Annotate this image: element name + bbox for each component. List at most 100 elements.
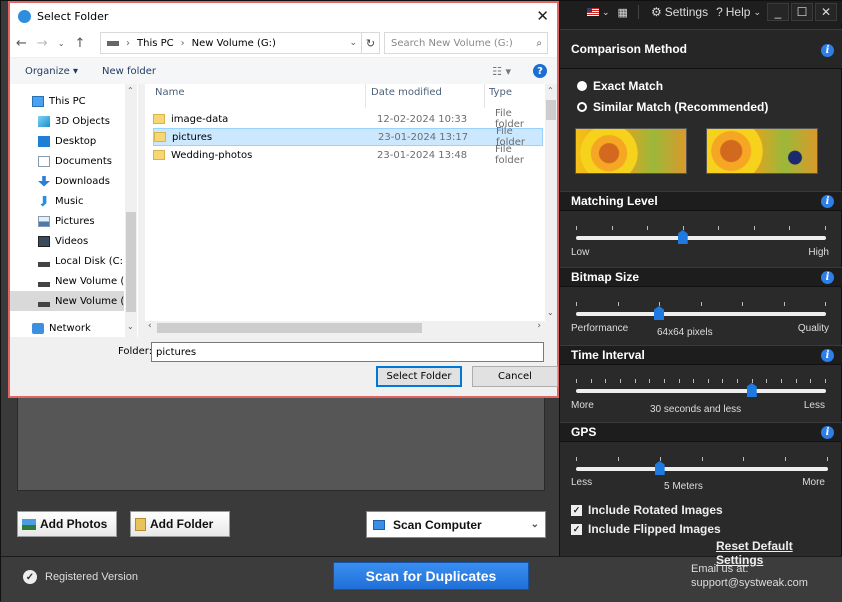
- file-name: pictures: [172, 131, 213, 143]
- info-icon[interactable]: i: [821, 44, 834, 57]
- slider-tick: [789, 226, 791, 230]
- file-row[interactable]: Wedding-photos 23-01-2024 13:48 File folde…: [153, 144, 543, 166]
- bitmap-size-slider[interactable]: [576, 306, 826, 320]
- file-date: 23-01-2024 13:17: [378, 131, 469, 143]
- reset-default-settings-link[interactable]: Reset Default Settings: [716, 539, 841, 567]
- documents-icon: [38, 155, 50, 167]
- slider-tick: [783, 302, 785, 306]
- add-photos-button[interactable]: Add Photos: [17, 511, 117, 537]
- slider-handle[interactable]: [677, 230, 688, 244]
- horizontal-scrollbar[interactable]: ‹ ›: [145, 321, 545, 335]
- file-row[interactable]: image-data 12-02-2024 10:33 File folder: [153, 108, 543, 130]
- scan-mode-select[interactable]: Scan Computer ⌄: [366, 511, 546, 538]
- time-interval-slider[interactable]: [576, 383, 826, 397]
- search-icon: ⌕: [536, 37, 542, 49]
- nav-item[interactable]: New Volume (G:): [10, 291, 124, 311]
- slider-tick: [810, 379, 812, 383]
- column-header-type[interactable]: Type: [489, 87, 512, 98]
- nav-item[interactable]: Local Disk (C:): [10, 251, 124, 271]
- slider-handle[interactable]: [654, 306, 664, 320]
- close-icon[interactable]: ✕: [536, 7, 549, 25]
- nav-item[interactable]: Pictures: [10, 211, 124, 231]
- forward-arrow-icon[interactable]: →: [37, 36, 48, 51]
- include-rotated-checkbox[interactable]: ✓ Include Rotated Images: [571, 503, 723, 517]
- matching-level-slider[interactable]: [576, 230, 826, 244]
- help-icon[interactable]: ?: [533, 64, 547, 78]
- include-flipped-checkbox[interactable]: ✓ Include Flipped Images: [571, 522, 721, 536]
- help-menu[interactable]: ? Help ⌄: [716, 5, 761, 19]
- nav-item-label: New Volume (G:): [55, 295, 124, 307]
- nav-item[interactable]: Network: [10, 318, 124, 338]
- column-header-date[interactable]: Date modified: [371, 87, 442, 98]
- folder-name-input[interactable]: pictures: [151, 342, 544, 362]
- nav-item[interactable]: This PC: [10, 91, 124, 111]
- slider-min-label: Less: [571, 477, 593, 488]
- nav-scrollbar[interactable]: ⌃ ⌄: [125, 84, 137, 337]
- folder-name-value: pictures: [156, 346, 197, 358]
- slider-tick: [590, 379, 592, 383]
- scan-for-duplicates-button[interactable]: Scan for Duplicates: [333, 562, 529, 590]
- nav-item[interactable]: 3D Objects: [10, 111, 124, 131]
- slider-tick: [617, 457, 619, 461]
- select-folder-button[interactable]: Select Folder: [376, 366, 462, 387]
- column-divider[interactable]: [484, 84, 485, 108]
- breadcrumb-item[interactable]: This PC: [137, 38, 174, 49]
- slider-handle[interactable]: [746, 383, 757, 397]
- info-icon[interactable]: i: [821, 349, 834, 362]
- refresh-button[interactable]: ↻: [362, 32, 380, 54]
- column-header-name[interactable]: Name: [155, 87, 185, 98]
- view-options-icon[interactable]: ☷ ▾: [492, 65, 511, 78]
- language-selector[interactable]: ⌄: [587, 7, 610, 18]
- slider-tick: [693, 379, 695, 383]
- gps-slider[interactable]: [576, 461, 828, 475]
- slider-tick: [707, 379, 709, 383]
- nav-item[interactable]: Music: [10, 191, 124, 211]
- nav-item-label: This PC: [49, 95, 86, 107]
- nav-item[interactable]: Documents: [10, 151, 124, 171]
- search-input[interactable]: Search New Volume (G:) ⌕: [384, 32, 548, 54]
- apps-info-button[interactable]: ▦: [618, 6, 628, 19]
- info-icon[interactable]: i: [821, 271, 834, 284]
- add-folder-button[interactable]: Add Folder: [130, 511, 230, 537]
- maximize-button[interactable]: ☐: [791, 3, 813, 21]
- info-icon[interactable]: i: [821, 195, 834, 208]
- minimize-button[interactable]: _: [767, 3, 789, 21]
- grid-info-icon: ▦: [617, 6, 628, 19]
- back-arrow-icon[interactable]: ←: [16, 36, 27, 51]
- nav-item-label: Network: [49, 322, 91, 334]
- select-folder-dialog: Select Folder ✕ ← → ⌄ ↑ › This PC › New …: [8, 1, 559, 398]
- slider-tick: [605, 379, 607, 383]
- organize-menu[interactable]: Organize ▾: [25, 66, 78, 77]
- nav-item[interactable]: Desktop: [10, 131, 124, 151]
- new-folder-button[interactable]: New folder: [102, 66, 156, 77]
- up-arrow-icon[interactable]: ↑: [75, 36, 86, 51]
- add-folder-label: Add Folder: [150, 517, 214, 531]
- slider-handle[interactable]: [654, 461, 665, 475]
- radio-selected-icon: [577, 81, 587, 91]
- help-label: Help: [725, 5, 751, 19]
- nav-item[interactable]: Videos: [10, 231, 124, 251]
- file-row[interactable]: pictures 23-01-2024 13:17 File folder: [153, 126, 543, 148]
- email-address[interactable]: support@systweak.com: [691, 576, 808, 590]
- matching-level-header: Matching Level i: [560, 191, 842, 211]
- close-button[interactable]: ✕: [815, 3, 837, 21]
- include-rotated-label: Include Rotated Images: [588, 503, 723, 517]
- chevron-down-icon[interactable]: ⌄: [349, 38, 357, 48]
- nav-item[interactable]: Downloads: [10, 171, 124, 191]
- network-icon: [32, 322, 44, 334]
- settings-menu[interactable]: ⚙ Settings: [651, 5, 708, 19]
- exact-match-radio[interactable]: Exact Match: [577, 79, 663, 93]
- dialog-title-bar: Select Folder ✕: [10, 3, 557, 29]
- bitmap-size-title: Bitmap Size: [571, 270, 640, 284]
- address-bar[interactable]: › This PC › New Volume (G:) ⌄: [100, 32, 362, 54]
- recent-locations-icon[interactable]: ⌄: [58, 39, 65, 48]
- column-divider[interactable]: [365, 84, 366, 108]
- breadcrumb-item[interactable]: New Volume (G:): [192, 38, 276, 49]
- nav-item[interactable]: New Volume (E:): [10, 271, 124, 291]
- similar-match-radio[interactable]: Similar Match (Recommended): [577, 100, 768, 114]
- info-icon[interactable]: i: [821, 426, 834, 439]
- gear-icon: ⚙: [650, 5, 662, 19]
- cancel-button[interactable]: Cancel: [472, 366, 558, 387]
- file-list-scrollbar[interactable]: ⌃ ⌄: [545, 84, 557, 321]
- slider-tick: [742, 302, 743, 306]
